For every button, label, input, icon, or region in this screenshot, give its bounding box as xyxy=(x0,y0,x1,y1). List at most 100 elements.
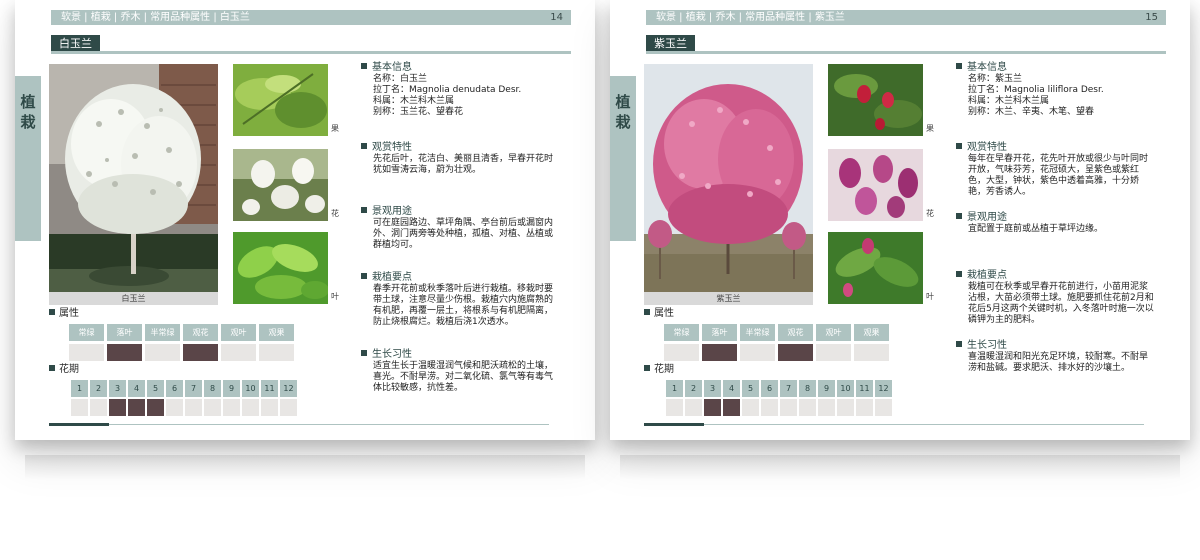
side-section-tab: 植栽 xyxy=(610,76,636,241)
month-value-cell xyxy=(761,399,778,416)
attribute-header-cell: 常绿 xyxy=(69,324,104,341)
month-header-cell: 1 xyxy=(666,380,683,397)
footer-accent xyxy=(49,423,109,426)
month-header-cell: 4 xyxy=(128,380,145,397)
month-value-cell xyxy=(875,399,892,416)
thumb-flower-photo xyxy=(828,149,923,221)
title-divider xyxy=(646,51,1166,54)
info-basic: 基本信息 名称：白玉兰 拉丁名：Magnolia denudata Desr. … xyxy=(361,62,561,118)
attribute-header-cell: 观叶 xyxy=(221,324,256,341)
family-genus: 科属：木兰科木兰属 xyxy=(373,96,455,106)
planting-text: 春季开花前或秋季落叶后进行栽植。移栽时要带土球，注意尽量少伤根。栽植穴内施腐熟的… xyxy=(373,284,554,327)
landscape-title: 景观用途 xyxy=(372,206,412,217)
attribute-value-cell xyxy=(664,344,699,361)
attribute-value-cell xyxy=(107,344,142,361)
month-header-cell: 8 xyxy=(799,380,816,397)
header-bar: 软景 | 植栽 | 乔木 | 常用品种属性 | 白玉兰 14 xyxy=(51,10,571,25)
main-photo-caption: 紫玉兰 xyxy=(644,292,813,305)
footer-line xyxy=(704,424,1144,425)
thumb-label-fruit: 果 xyxy=(926,124,934,133)
month-header-cell: 12 xyxy=(280,380,297,397)
side-section-tab: 植栽 xyxy=(15,76,41,241)
info-planting: 栽植要点 栽植可在秋季或早春开花前进行，小苗用泥浆沾根，大苗必须带土球。施肥要抓… xyxy=(956,270,1156,326)
thumb-fruit-photo xyxy=(233,64,328,136)
thumb-fruit-photo xyxy=(828,64,923,136)
month-value-cell xyxy=(261,399,278,416)
thumb-label-leaf: 叶 xyxy=(331,292,339,301)
family-genus: 科属：木兰科木兰属 xyxy=(968,96,1050,106)
attribute-value-cell xyxy=(259,344,294,361)
month-header-cell: 5 xyxy=(742,380,759,397)
month-header-cell: 2 xyxy=(685,380,702,397)
basic-info-title: 基本信息 xyxy=(372,62,412,73)
footer-accent xyxy=(644,423,704,426)
month-value-cell xyxy=(109,399,126,416)
attributes-heading: 属性 xyxy=(49,308,79,320)
month-value-cell xyxy=(204,399,221,416)
habit-title: 生长习性 xyxy=(372,349,412,360)
month-header-cell: 6 xyxy=(166,380,183,397)
month-value-cell xyxy=(799,399,816,416)
attribute-value-cell xyxy=(854,344,889,361)
info-ornamental: 观赏特性 先花后叶，花洁白、美丽且清香，早春开花时犹如雪涛云海，蔚为壮观。 xyxy=(361,142,561,176)
month-header-cell: 5 xyxy=(147,380,164,397)
month-value-cell xyxy=(242,399,259,416)
thumb-label-fruit: 果 xyxy=(331,124,339,133)
month-value-row xyxy=(71,399,297,416)
month-header-cell: 3 xyxy=(704,380,721,397)
attributes-value-row xyxy=(69,344,294,361)
attribute-header-cell: 落叶 xyxy=(702,324,737,341)
info-landscape: 景观用途 可在庭园路边、草坪角隅、亭台前后或漏窗内外、洞门两旁等处种植，孤植、对… xyxy=(361,206,561,251)
bloom-heading: 花期 xyxy=(49,364,79,376)
habit-title: 生长习性 xyxy=(967,340,1007,351)
attribute-header-cell: 落叶 xyxy=(107,324,142,341)
month-value-cell xyxy=(818,399,835,416)
month-value-cell xyxy=(166,399,183,416)
breadcrumb: 软景 | 植栽 | 乔木 | 常用品种属性 | 白玉兰 xyxy=(61,12,250,23)
month-header-cell: 10 xyxy=(242,380,259,397)
planting-text: 栽植可在秋季或早春开花前进行，小苗用泥浆沾根，大苗必须带土球。施肥要抓住花前2月… xyxy=(968,282,1154,325)
plant-name: 名称：白玉兰 xyxy=(373,74,428,84)
month-value-cell xyxy=(685,399,702,416)
ornamental-title: 观赏特性 xyxy=(967,142,1007,153)
month-value-cell xyxy=(837,399,854,416)
month-value-cell xyxy=(723,399,740,416)
attribute-header-cell: 常绿 xyxy=(664,324,699,341)
attribute-header-cell: 半常绿 xyxy=(740,324,775,341)
main-photo-white-magnolia xyxy=(49,64,218,292)
breadcrumb: 软景 | 植栽 | 乔木 | 常用品种属性 | 紫玉兰 xyxy=(656,12,845,23)
landscape-text: 宜配置于庭前或丛植于草坪边缘。 xyxy=(968,224,1104,234)
side-tab-label: 植栽 xyxy=(20,93,36,131)
catalog-page-14: 软景 | 植栽 | 乔木 | 常用品种属性 | 白玉兰 14 白玉兰 植栽 白玉… xyxy=(15,0,595,440)
plant-name: 名称：紫玉兰 xyxy=(968,74,1023,84)
attribute-value-cell xyxy=(778,344,813,361)
thumb-flower-photo xyxy=(233,149,328,221)
main-photo-purple-magnolia xyxy=(644,64,813,292)
month-header-cell: 9 xyxy=(818,380,835,397)
month-header-row: 1 2 3 4 5 6 7 8 9 10 11 12 xyxy=(666,380,892,397)
thumb-label-flower: 花 xyxy=(926,209,934,218)
attribute-value-cell xyxy=(702,344,737,361)
thumb-label-leaf: 叶 xyxy=(926,292,934,301)
ornamental-title: 观赏特性 xyxy=(372,142,412,153)
month-value-cell xyxy=(71,399,88,416)
attributes-value-row xyxy=(664,344,889,361)
month-value-cell xyxy=(185,399,202,416)
attribute-value-cell xyxy=(145,344,180,361)
month-value-cell xyxy=(223,399,240,416)
month-header-cell: 10 xyxy=(837,380,854,397)
latin-name: 拉丁名：Magnolia liliflora Desr. xyxy=(968,85,1104,95)
month-value-cell xyxy=(128,399,145,416)
month-value-cell xyxy=(280,399,297,416)
attribute-value-cell xyxy=(69,344,104,361)
attributes-header-row: 常绿 落叶 半常绿 观花 观叶 观果 xyxy=(664,324,889,341)
attribute-value-cell xyxy=(816,344,851,361)
month-header-cell: 11 xyxy=(261,380,278,397)
info-landscape: 景观用途 宜配置于庭前或丛植于草坪边缘。 xyxy=(956,212,1156,235)
thumb-label-flower: 花 xyxy=(331,209,339,218)
habit-text: 喜温暖湿润和阳光充足环境，较耐寒。不耐旱涝和盐碱。要求肥沃、排水好的沙壤土。 xyxy=(968,352,1149,373)
month-header-cell: 11 xyxy=(856,380,873,397)
attributes-header-row: 常绿 落叶 半常绿 观花 观叶 观果 xyxy=(69,324,294,341)
month-value-cell xyxy=(780,399,797,416)
thumb-leaf-photo xyxy=(828,232,923,304)
